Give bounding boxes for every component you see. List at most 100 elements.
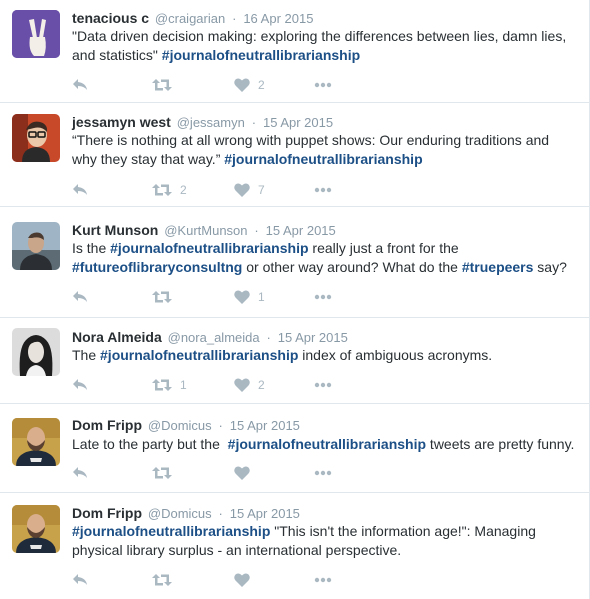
hashtag-link[interactable]: #journalofneutrallibrarianship xyxy=(72,523,270,539)
more-icon xyxy=(314,577,332,583)
tweet-text-segment: The xyxy=(72,347,101,363)
peace-sign-hand-icon xyxy=(12,10,60,58)
tweet-text-segment: or other way around? What do the xyxy=(242,259,462,275)
hashtag-link[interactable]: #journalofneutrallibrarianship xyxy=(228,436,426,452)
reply-button[interactable] xyxy=(72,570,88,590)
more-button[interactable] xyxy=(314,570,332,590)
hashtag-link[interactable]: #journalofneutrallibrarianship xyxy=(100,347,298,363)
hashtag-link[interactable]: #futureoflibraryconsultng xyxy=(72,259,242,275)
heart-icon xyxy=(234,466,250,480)
more-icon xyxy=(314,470,332,476)
retweet-count: 1 xyxy=(180,378,187,392)
reply-button[interactable] xyxy=(72,180,88,200)
reply-icon xyxy=(73,379,87,390)
tweet-actions: 1 xyxy=(72,287,392,307)
user-fullname[interactable]: Dom Fripp xyxy=(72,505,142,521)
tweet-date[interactable]: 15 Apr 2015 xyxy=(230,418,300,433)
separator-dot: · xyxy=(251,115,257,130)
tweet-actions: 2 xyxy=(72,75,392,95)
reply-icon xyxy=(73,467,87,478)
tweet[interactable]: jessamyn west @jessamyn · 15 Apr 2015 “T… xyxy=(0,104,589,207)
retweet-button[interactable] xyxy=(152,75,180,95)
retweet-icon xyxy=(152,184,172,196)
tweet[interactable]: Dom Fripp @Domicus · 15 Apr 2015 Late to… xyxy=(0,405,589,493)
avatar[interactable] xyxy=(12,418,60,466)
separator-dot: · xyxy=(218,506,223,521)
reply-icon xyxy=(73,79,87,90)
reply-button[interactable] xyxy=(72,287,88,307)
avatar[interactable] xyxy=(12,505,60,553)
retweet-button[interactable] xyxy=(152,570,180,590)
heart-icon xyxy=(234,378,250,392)
retweet-icon xyxy=(152,574,172,586)
tweet[interactable]: Dom Fripp @Domicus · 15 Apr 2015 #journa… xyxy=(0,494,589,599)
retweet-button[interactable] xyxy=(152,463,180,483)
heart-icon xyxy=(234,78,250,92)
more-icon xyxy=(314,294,332,300)
hashtag-link[interactable]: #journalofneutrallibrarianship xyxy=(162,47,360,63)
retweet-button[interactable] xyxy=(152,287,180,307)
tweet[interactable]: tenacious c @craigarian · 16 Apr 2015 "D… xyxy=(0,0,589,103)
tweet-text-segment: really just a front for the xyxy=(308,240,463,256)
tweet-text-segment: tweets are pretty funny. xyxy=(426,436,575,452)
more-icon xyxy=(314,82,332,88)
tweet-text-segment: Is the xyxy=(72,240,111,256)
user-fullname[interactable]: jessamyn west xyxy=(72,114,171,130)
more-button[interactable] xyxy=(314,463,332,483)
separator-dot: · xyxy=(218,418,223,433)
tweet-actions: 2 7 xyxy=(72,180,392,200)
retweet-button[interactable]: 2 xyxy=(152,180,187,200)
separator-dot: · xyxy=(232,11,237,26)
user-handle[interactable]: @jessamyn xyxy=(177,115,245,130)
like-button[interactable] xyxy=(234,570,258,590)
avatar[interactable] xyxy=(12,114,60,162)
more-button[interactable] xyxy=(314,75,332,95)
like-button[interactable]: 2 xyxy=(234,75,265,95)
user-handle[interactable]: @craigarian xyxy=(155,11,225,26)
tweet-actions xyxy=(72,463,392,483)
like-button[interactable]: 1 xyxy=(234,287,265,307)
user-fullname[interactable]: tenacious c xyxy=(72,10,149,26)
like-button[interactable]: 7 xyxy=(234,180,265,200)
like-button[interactable] xyxy=(234,463,258,483)
tweet[interactable]: Kurt Munson @KurtMunson · 15 Apr 2015 Is… xyxy=(0,208,589,318)
tweet-date[interactable]: 15 Apr 2015 xyxy=(230,506,300,521)
more-icon xyxy=(314,382,332,388)
more-button[interactable] xyxy=(314,375,332,395)
user-fullname[interactable]: Kurt Munson xyxy=(72,222,158,238)
tweet-text-segment: say? xyxy=(533,259,567,275)
separator-dot: · xyxy=(254,223,259,238)
hashtag-link[interactable]: #journalofneutrallibrarianship xyxy=(224,151,422,167)
user-fullname[interactable]: Dom Fripp xyxy=(72,417,142,433)
tweet-date[interactable]: 15 Apr 2015 xyxy=(266,223,336,238)
tweet-actions xyxy=(72,570,392,590)
user-fullname[interactable]: Nora Almeida xyxy=(72,329,162,345)
avatar[interactable] xyxy=(12,328,60,376)
user-handle[interactable]: @nora_almeida xyxy=(168,330,260,345)
reply-button[interactable] xyxy=(72,75,88,95)
person-outdoors-icon xyxy=(12,222,60,270)
tweet-actions: 1 2 xyxy=(72,375,392,395)
avatar[interactable] xyxy=(12,10,60,58)
tweet-text-segment: Late to the party but the xyxy=(72,436,228,452)
tweet-date[interactable]: 15 Apr 2015 xyxy=(278,330,348,345)
hashtag-link[interactable]: #truepeers xyxy=(462,259,534,275)
retweet-button[interactable]: 1 xyxy=(152,375,187,395)
like-count: 2 xyxy=(258,78,265,92)
more-button[interactable] xyxy=(314,180,332,200)
user-handle[interactable]: @Domicus xyxy=(148,418,212,433)
tweet-date[interactable]: 16 Apr 2015 xyxy=(243,11,313,26)
avatar[interactable] xyxy=(12,222,60,270)
more-button[interactable] xyxy=(314,287,332,307)
reply-icon xyxy=(73,574,87,585)
like-count: 1 xyxy=(258,290,265,304)
reply-button[interactable] xyxy=(72,463,88,483)
reply-button[interactable] xyxy=(72,375,88,395)
hashtag-link[interactable]: #journalofneutrallibrarianship xyxy=(110,240,308,256)
tweet-feed: tenacious c @craigarian · 16 Apr 2015 "D… xyxy=(0,0,590,599)
user-handle[interactable]: @KurtMunson xyxy=(164,223,247,238)
tweet[interactable]: Nora Almeida @nora_almeida · 15 Apr 2015… xyxy=(0,319,589,404)
user-handle[interactable]: @Domicus xyxy=(148,506,212,521)
tweet-date[interactable]: 15 Apr 2015 xyxy=(263,115,333,130)
like-button[interactable]: 2 xyxy=(234,375,265,395)
